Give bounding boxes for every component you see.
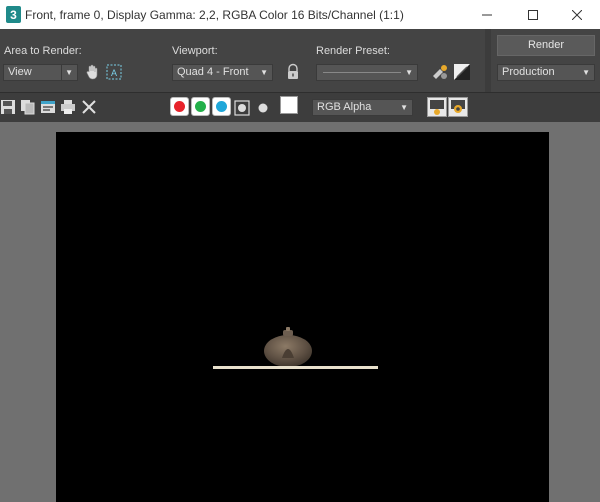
viewport-value: Quad 4 - Front: [177, 66, 249, 78]
svg-text:3: 3: [10, 8, 17, 22]
ground-plane: [213, 366, 378, 369]
panel-divider: [485, 29, 491, 92]
viewport-dropdown[interactable]: Quad 4 - Front ▼: [172, 64, 273, 81]
monochrome-icon[interactable]: [255, 100, 271, 116]
chevron-down-icon: ▼: [65, 68, 73, 77]
green-channel-icon: [195, 101, 206, 112]
viewport-label: Viewport:: [172, 45, 218, 57]
blue-channel-toggle[interactable]: [212, 97, 231, 116]
lock-icon[interactable]: [284, 63, 302, 81]
print-icon[interactable]: [60, 99, 76, 115]
pan-hand-icon[interactable]: [84, 63, 102, 81]
red-channel-toggle[interactable]: [170, 97, 189, 116]
chevron-down-icon: ▼: [582, 68, 590, 77]
chevron-down-icon: ▼: [260, 68, 268, 77]
chevron-down-icon: ▼: [405, 68, 413, 77]
copy-icon[interactable]: [20, 99, 36, 115]
minimize-button[interactable]: [464, 0, 510, 29]
close-icon: [572, 9, 582, 20]
green-channel-toggle[interactable]: [191, 97, 210, 116]
maximize-icon: [528, 9, 538, 20]
area-to-render-value: View: [8, 66, 32, 78]
rendered-scene: [213, 327, 378, 369]
window-title: Front, frame 0, Display Gamma: 2,2, RGBA…: [25, 8, 404, 22]
title-bar: 3 Front, frame 0, Display Gamma: 2,2, RG…: [0, 0, 600, 29]
show-last-render-icon[interactable]: [448, 97, 468, 117]
render-preset-dropdown[interactable]: ▼: [316, 64, 418, 81]
auto-region-icon[interactable]: A: [105, 63, 123, 81]
render-setup-icon[interactable]: [431, 63, 449, 81]
close-button[interactable]: [554, 0, 600, 29]
channel-display-dropdown[interactable]: RGB Alpha ▼: [312, 99, 413, 116]
chevron-down-icon: ▼: [400, 103, 408, 112]
app-icon: 3: [6, 6, 21, 23]
red-channel-icon: [174, 101, 185, 112]
area-to-render-dropdown[interactable]: View ▼: [3, 64, 78, 81]
minimize-icon: [482, 14, 492, 15]
color-swatch[interactable]: [280, 96, 298, 114]
render-preset-label: Render Preset:: [316, 45, 390, 57]
rendered-image[interactable]: [56, 132, 549, 502]
render-button[interactable]: Render: [497, 35, 595, 56]
teapot-object: [264, 327, 312, 367]
area-to-render-label: Area to Render:: [4, 45, 82, 57]
svg-text:A: A: [111, 68, 117, 78]
production-dropdown[interactable]: Production ▼: [497, 64, 595, 81]
maximize-button[interactable]: [510, 0, 556, 29]
environment-effects-icon[interactable]: [453, 63, 471, 81]
clear-icon[interactable]: [81, 99, 97, 115]
blue-channel-icon: [216, 101, 227, 112]
display-frame-icon[interactable]: [427, 97, 447, 117]
alpha-channel-icon[interactable]: [234, 100, 250, 116]
production-value: Production: [502, 66, 555, 78]
channel-display-value: RGB Alpha: [317, 101, 372, 113]
clone-window-icon[interactable]: [40, 99, 56, 115]
save-icon[interactable]: [0, 99, 16, 115]
